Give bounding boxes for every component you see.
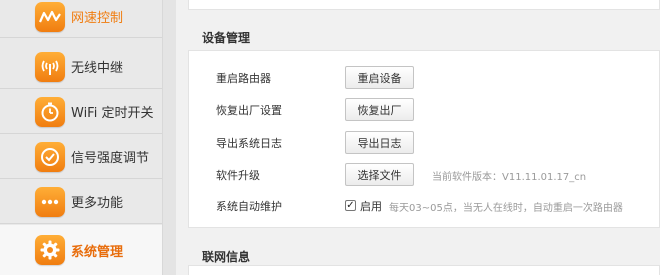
auto-maintenance-checkbox-label: 启用 (360, 200, 382, 213)
more-dots-icon (35, 186, 65, 217)
row-label-auto-maintenance: 系统自动维护 (216, 200, 282, 213)
sidebar: 网速控制 无线中继 WiFi 定时开关 信号强度调节 更多功能 系统管理 (0, 0, 162, 275)
main-content: 设备管理 重启路由器 重启设备 恢复出厂设置 恢复出厂 导出系统日志 导出日志 … (176, 0, 660, 275)
previous-panel (188, 0, 660, 10)
auto-maintenance-checkbox[interactable]: ✓ (345, 200, 356, 211)
sidebar-item-label: 网速控制 (71, 11, 124, 26)
wifi-timer-icon (35, 96, 65, 127)
wireless-repeater-icon (35, 51, 65, 82)
sidebar-divider (162, 0, 176, 275)
sidebar-item-label: 系统管理 (71, 244, 124, 260)
sidebar-item-signal-strength[interactable]: 信号强度调节 (0, 135, 162, 179)
sidebar-item-wireless-repeater[interactable]: 无线中继 (0, 45, 162, 89)
row-label-reboot: 重启路由器 (216, 72, 271, 85)
export-log-button[interactable]: 导出日志 (345, 131, 414, 154)
sidebar-item-system-management[interactable]: 系统管理 (0, 225, 162, 275)
reboot-button[interactable]: 重启设备 (345, 66, 414, 89)
row-label-firmware-upgrade: 软件升级 (216, 169, 260, 182)
sidebar-item-label: 信号强度调节 (71, 151, 150, 166)
auto-maintenance-note: 每天03~05点，当无人在线时，自动重启一次路由器 (389, 203, 623, 214)
sidebar-item-wifi-timer[interactable]: WiFi 定时开关 (0, 90, 162, 134)
speed-chart-icon (35, 1, 65, 32)
sidebar-item-label: WiFi 定时开关 (71, 106, 154, 121)
device-management-panel: 重启路由器 重启设备 恢复出厂设置 恢复出厂 导出系统日志 导出日志 软件升级 … (188, 50, 660, 228)
row-label-export-log: 导出系统日志 (216, 137, 282, 150)
row-label-factory-reset: 恢复出厂设置 (216, 104, 282, 117)
firmware-version-text: 当前软件版本：V11.11.01.17_cn (432, 172, 587, 183)
gear-icon (35, 235, 65, 265)
sidebar-item-more-functions[interactable]: 更多功能 (0, 180, 162, 224)
section-title-device-management: 设备管理 (202, 31, 251, 45)
sidebar-item-speed-control[interactable]: 网速控制 (0, 0, 162, 38)
sidebar-item-label: 无线中继 (71, 61, 124, 76)
factory-reset-button[interactable]: 恢复出厂 (345, 98, 414, 121)
signal-strength-icon (35, 141, 65, 172)
section-title-network-info: 联网信息 (202, 250, 251, 264)
network-info-panel (188, 265, 660, 275)
sidebar-item-label: 更多功能 (71, 196, 124, 211)
choose-file-button[interactable]: 选择文件 (345, 163, 414, 186)
